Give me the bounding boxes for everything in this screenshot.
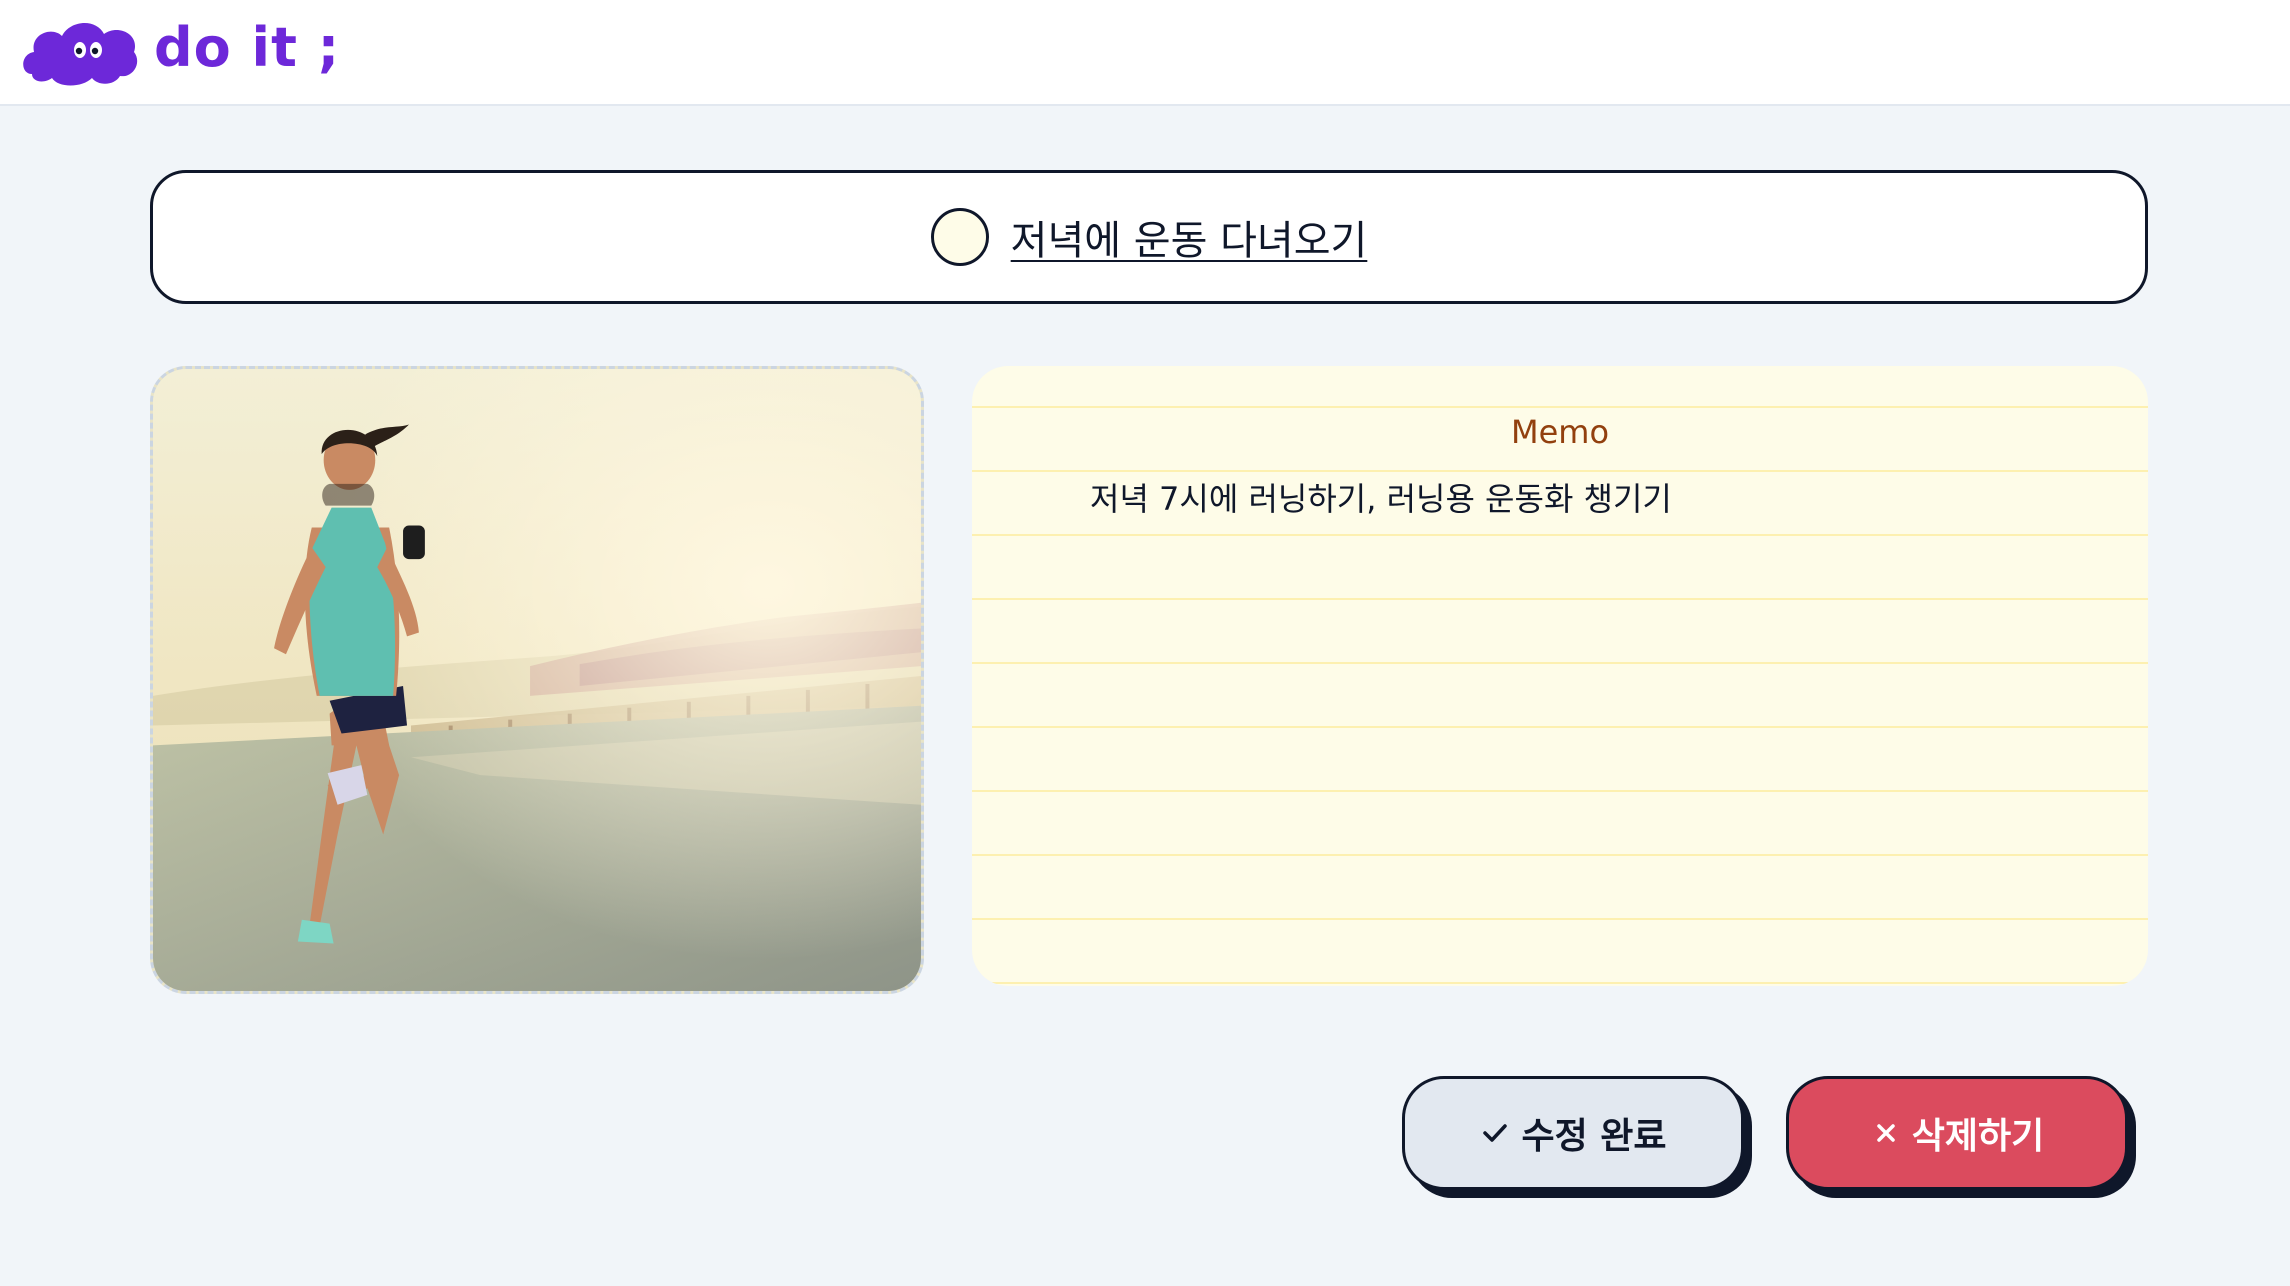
delete-button[interactable]: 삭제하기 xyxy=(1786,1076,2128,1190)
memo-panel: Memo 저녁 7시에 러닝하기, 러닝용 운동화 챙기기 xyxy=(972,366,2148,986)
memo-heading: Memo xyxy=(1510,413,1610,451)
edit-complete-button[interactable]: 수정 완료 xyxy=(1402,1076,1744,1190)
memo-textarea[interactable]: 저녁 7시에 러닝하기, 러닝용 운동화 챙기기 xyxy=(1090,478,2050,520)
edit-complete-label: 수정 완료 xyxy=(1521,1116,1667,1157)
running-woman-photo xyxy=(153,369,921,991)
complete-checkbox[interactable] xyxy=(930,208,989,266)
todo-image[interactable] xyxy=(150,366,924,994)
close-icon xyxy=(1870,1117,1902,1149)
delete-label: 삭제하기 xyxy=(1911,1116,2045,1157)
todo-title-bar: 저녁에 운동 다녀오기 xyxy=(150,170,2148,304)
top-bar: do it ; xyxy=(0,0,2290,106)
todo-title-input[interactable]: 저녁에 운동 다녀오기 xyxy=(1011,208,1368,266)
purple-cloud-icon xyxy=(22,16,142,86)
logo-text: do it ; xyxy=(154,16,341,79)
check-icon xyxy=(1479,1117,1511,1149)
logo[interactable]: do it ; xyxy=(22,16,340,86)
